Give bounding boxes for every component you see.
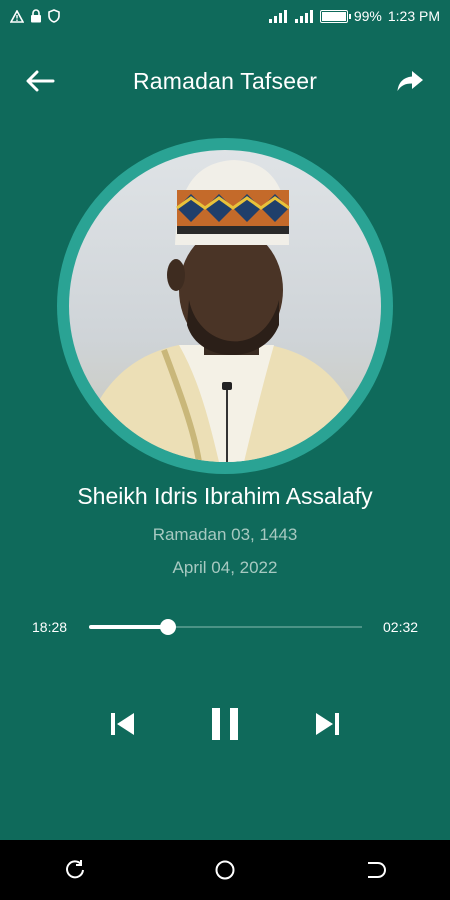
remaining-time: 02:32 — [383, 619, 419, 635]
seek-progress — [89, 625, 169, 629]
back-button[interactable] — [22, 63, 58, 99]
app-bar: Ramadan Tafseer — [0, 55, 450, 107]
album-art — [69, 150, 381, 462]
pause-button[interactable] — [203, 700, 247, 748]
signal-icon — [294, 9, 314, 23]
share-button[interactable] — [392, 63, 428, 99]
back-nav-button[interactable] — [345, 840, 405, 900]
home-icon — [215, 860, 235, 880]
share-icon — [397, 71, 423, 91]
previous-button[interactable] — [100, 700, 144, 748]
skip-previous-icon — [111, 713, 134, 735]
portrait-image — [79, 160, 369, 462]
warning-icon — [10, 9, 24, 23]
arrow-left-icon — [26, 70, 55, 92]
back-icon — [368, 862, 386, 878]
home-button[interactable] — [195, 840, 255, 900]
signal-icon — [268, 9, 288, 23]
status-right: 99% 1:23 PM — [268, 8, 440, 24]
battery-icon — [319, 9, 351, 23]
track-title: Sheikh Idris Ibrahim Assalafy — [77, 483, 373, 509]
next-button[interactable] — [306, 700, 350, 748]
page-title: Ramadan Tafseer — [132, 67, 318, 94]
status-left — [10, 9, 60, 23]
seek-bar[interactable] — [89, 619, 362, 635]
pause-icon — [212, 708, 238, 740]
system-nav-bar — [0, 840, 450, 900]
seek-thumb[interactable] — [160, 619, 177, 635]
status-time: 1:23 PM — [387, 8, 440, 24]
battery-fill — [321, 11, 346, 21]
recent-apps-icon — [66, 860, 84, 879]
battery-percent: 99% — [353, 8, 382, 24]
playback-controls — [0, 700, 450, 748]
elapsed-time: 18:28 — [32, 619, 68, 635]
shield-icon — [48, 9, 60, 23]
recent-apps-button[interactable] — [45, 840, 105, 900]
lock-icon — [30, 9, 42, 23]
status-bar: 99% 1:23 PM — [0, 0, 450, 32]
hijri-date: Ramadan 03, 1443 — [152, 525, 298, 544]
skip-next-icon — [316, 713, 339, 735]
gregorian-date: April 04, 2022 — [172, 558, 278, 577]
album-art-ring — [57, 138, 393, 474]
